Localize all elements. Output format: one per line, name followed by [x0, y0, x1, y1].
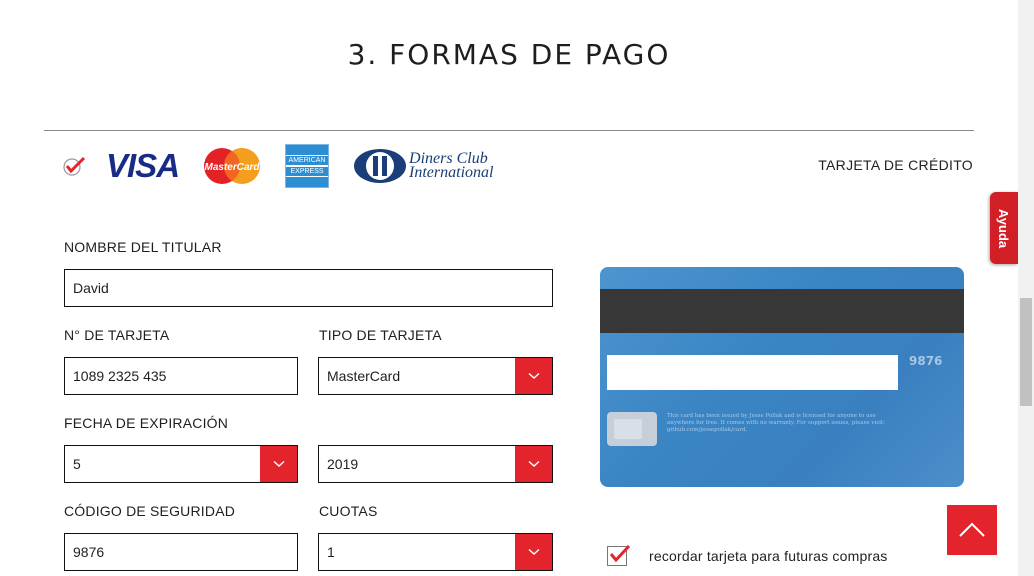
security-code-label: CÓDIGO DE SEGURIDAD [64, 503, 236, 519]
signature-strip [607, 355, 898, 390]
diners-logo: Diners Club International [353, 148, 493, 184]
holder-name-input[interactable] [73, 280, 544, 296]
expiration-year-select[interactable]: 2019 [318, 445, 553, 483]
help-tab-label: Ayuda [996, 208, 1012, 248]
visa-logo: VISA [106, 147, 180, 184]
section-divider [44, 130, 974, 131]
page-title: 3. FORMAS DE PAGO [347, 38, 671, 71]
card-type-select[interactable]: MasterCard [318, 357, 553, 395]
expiration-label: FECHA DE EXPIRACIÓN [64, 415, 229, 431]
card-number-input[interactable] [73, 368, 289, 384]
chevron-down-icon [528, 372, 539, 379]
card-fine-print: This card has been issued by Jesse Polla… [667, 413, 885, 433]
amex-top-text: AMERICAN [286, 155, 329, 166]
installments-value: 1 [327, 544, 335, 560]
chevron-down-icon [273, 460, 284, 467]
help-tab[interactable]: Ayuda [990, 192, 1018, 264]
card-number-field[interactable] [64, 357, 298, 395]
svg-text:MasterCard: MasterCard [205, 162, 261, 173]
security-code-field[interactable] [64, 533, 298, 571]
chevron-down-icon [528, 460, 539, 467]
card-logos: VISA MasterCard AMERICAN EXPRESS Diners … [62, 142, 493, 190]
holder-name-label: NOMBRE DEL TITULAR [64, 239, 222, 255]
card-type-value: MasterCard [327, 368, 401, 384]
diners-line2: International [409, 164, 494, 181]
check-icon [63, 156, 86, 176]
diners-emblem-icon [354, 149, 407, 183]
amex-bottom-text: EXPRESS [286, 166, 329, 177]
expiration-month-value: 5 [73, 456, 81, 472]
checkmark-icon [609, 544, 631, 563]
installments-dropdown-button[interactable] [515, 534, 552, 570]
scrollbar-thumb[interactable] [1020, 298, 1032, 406]
remember-card-label: recordar tarjeta para futuras compras [649, 548, 888, 564]
expiration-month-select[interactable]: 5 [64, 445, 298, 483]
security-code-input[interactable] [73, 544, 289, 560]
scroll-top-button[interactable] [947, 505, 997, 555]
card-number-label: N° DE TARJETA [64, 327, 170, 343]
chevron-up-icon [959, 522, 985, 537]
card-type-dropdown-button[interactable] [515, 358, 552, 394]
holder-name-field[interactable] [64, 269, 553, 307]
installments-select[interactable]: 1 [318, 533, 553, 571]
expiration-year-value: 2019 [327, 456, 359, 472]
magnetic-stripe [600, 289, 964, 333]
card-back-preview: 9876 This card has been issued by Jesse … [600, 267, 964, 487]
installments-label: CUOTAS [319, 503, 378, 519]
amex-logo: AMERICAN EXPRESS [285, 144, 330, 188]
card-cvv: 9876 [909, 354, 943, 368]
remember-checkbox[interactable] [607, 544, 631, 566]
card-type-label: TARJETA DE CRÉDITO [818, 157, 973, 173]
card-chip-icon [607, 412, 657, 446]
remember-card-option[interactable]: recordar tarjeta para futuras compras [607, 544, 888, 566]
card-type-select-label: TIPO DE TARJETA [319, 327, 442, 343]
expiration-year-dropdown-button[interactable] [515, 446, 552, 482]
scrollbar-track[interactable] [1018, 0, 1034, 576]
mastercard-logo: MasterCard [204, 148, 261, 184]
expiration-month-dropdown-button[interactable] [260, 446, 297, 482]
chevron-down-icon [528, 548, 539, 555]
